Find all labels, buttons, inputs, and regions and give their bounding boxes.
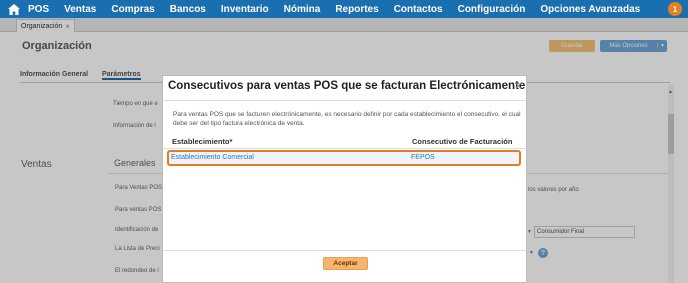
divider: [163, 100, 526, 101]
notification-badge[interactable]: 1: [668, 2, 682, 16]
nav-item-reportes[interactable]: Reportes: [335, 4, 378, 15]
column-header-consecutivo: Consecutivo de Facturación: [412, 137, 513, 146]
nav-item-bancos[interactable]: Bancos: [170, 4, 206, 15]
nav-item-pos[interactable]: POS: [28, 4, 49, 15]
nav-item-opciones-avanzadas[interactable]: Opciones Avanzadas: [540, 4, 640, 15]
column-header-establecimiento: Establecimiento*: [172, 137, 233, 146]
divider: [163, 148, 526, 149]
close-icon[interactable]: ×: [514, 78, 522, 93]
home-icon[interactable]: [4, 0, 24, 18]
nav-item-compras[interactable]: Compras: [111, 4, 154, 15]
consecutivos-modal: Consecutivos para ventas POS que se fact…: [162, 75, 527, 283]
nav-item-ventas[interactable]: Ventas: [64, 4, 96, 15]
modal-description: Para ventas POS que se facturen electrón…: [173, 111, 521, 127]
divider: [163, 250, 526, 251]
table-row[interactable]: Establecimiento Comercial FEPOS: [167, 150, 521, 166]
nav-item-configuracion[interactable]: Configuración: [458, 4, 526, 15]
nav-item-nomina[interactable]: Nómina: [284, 4, 321, 15]
cell-consecutivo[interactable]: FEPOS: [411, 154, 435, 161]
accept-button[interactable]: Aceptar: [323, 257, 368, 270]
top-nav-bar: POS Ventas Compras Bancos Inventario Nóm…: [0, 0, 688, 18]
nav-item-contactos[interactable]: Contactos: [394, 4, 443, 15]
nav-item-inventario[interactable]: Inventario: [221, 4, 269, 15]
cell-establecimiento[interactable]: Establecimiento Comercial: [171, 154, 254, 161]
modal-title: Consecutivos para ventas POS que se fact…: [168, 80, 526, 92]
